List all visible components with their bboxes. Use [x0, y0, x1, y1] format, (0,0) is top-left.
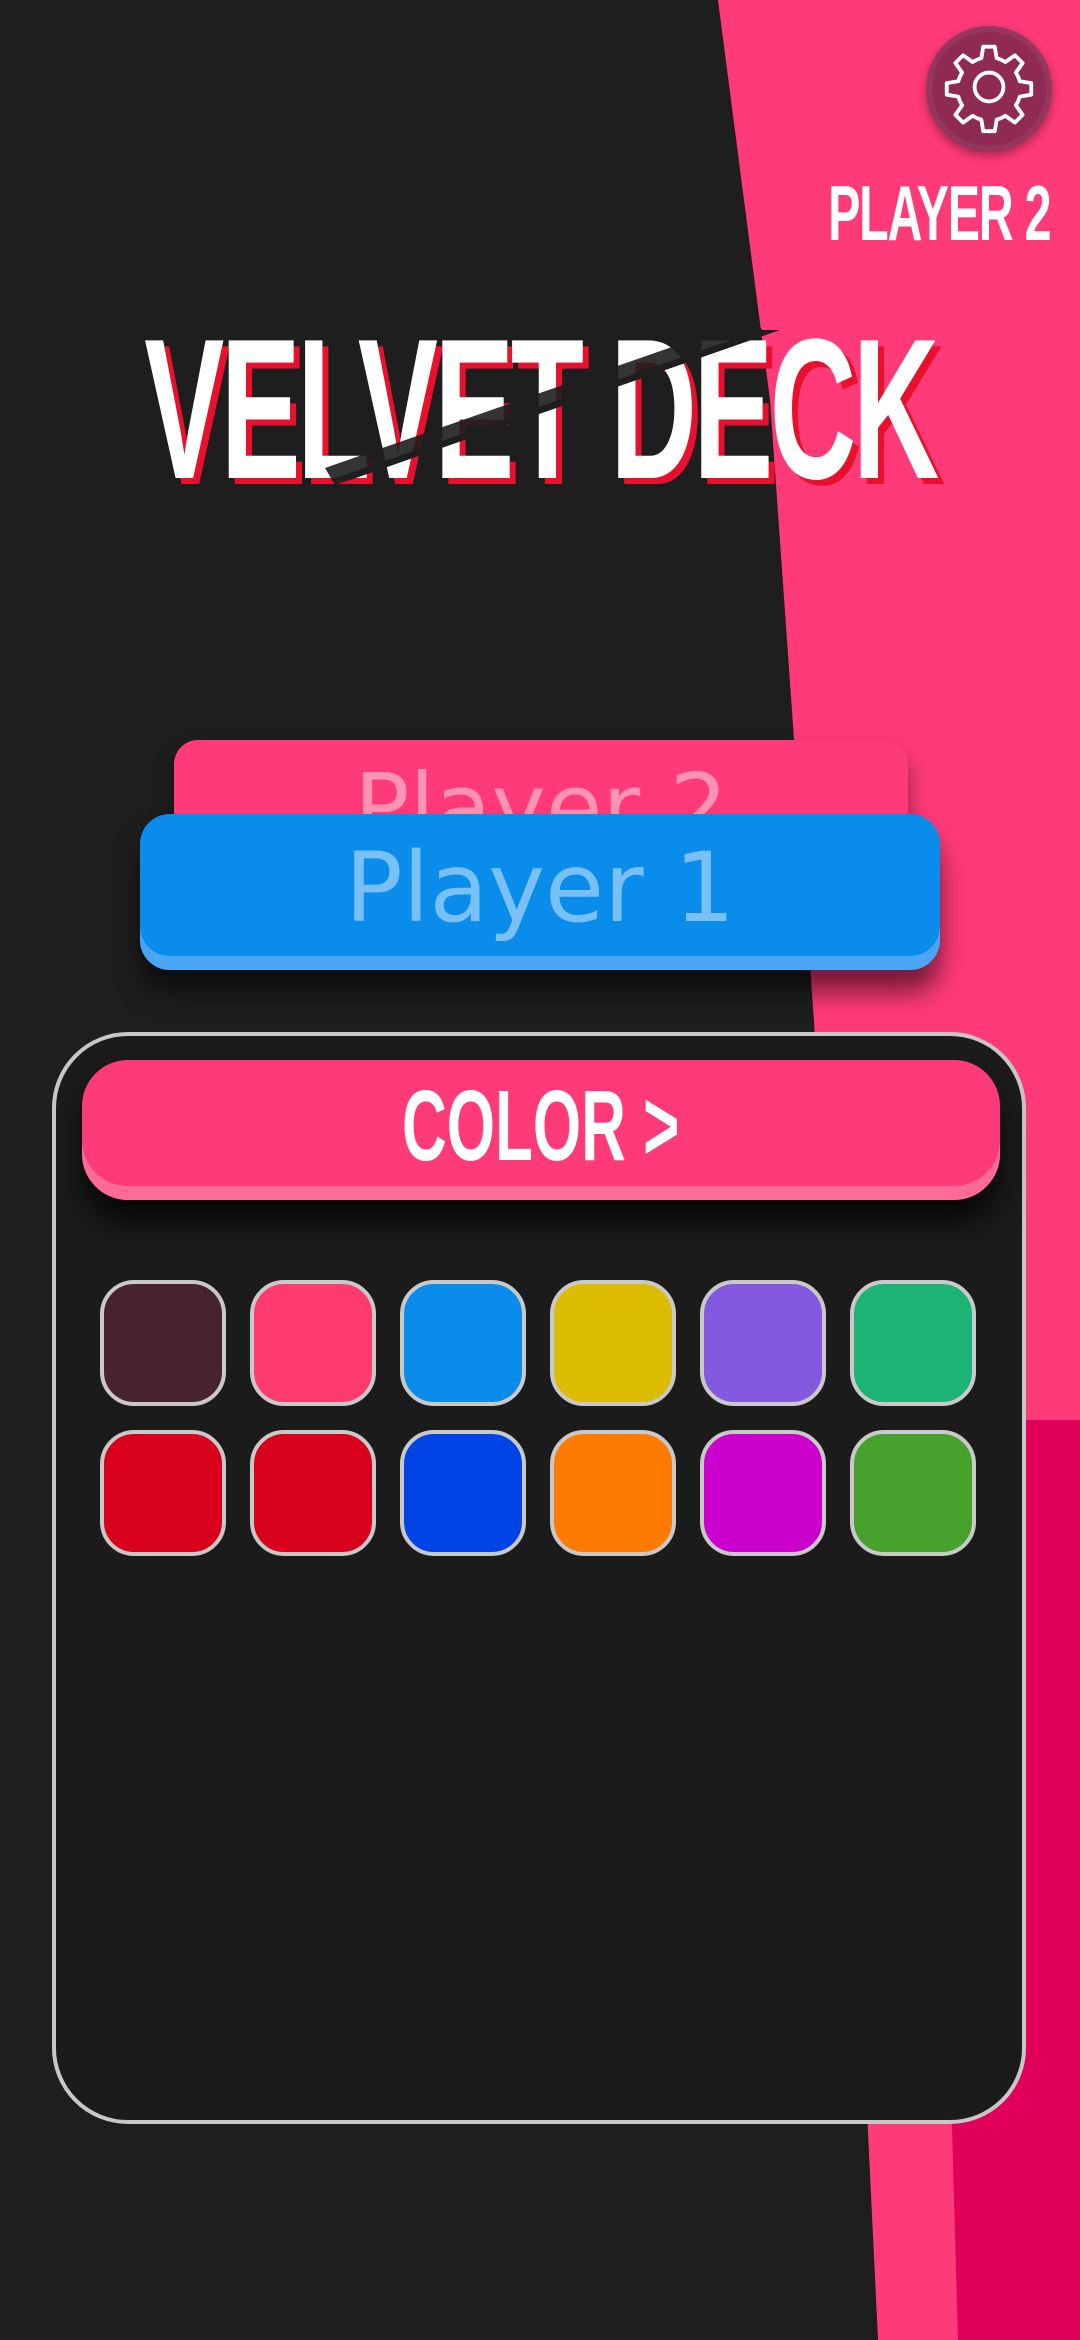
color-swatch[interactable]	[400, 1430, 526, 1556]
gear-icon	[941, 39, 1037, 139]
player-1-button[interactable]: Player 1	[140, 814, 940, 970]
color-swatch-grid	[100, 1280, 980, 1556]
settings-button[interactable]	[926, 26, 1052, 152]
color-swatch[interactable]	[250, 1430, 376, 1556]
game-logo: VELVET DECK VELVET DECK	[144, 300, 948, 500]
color-swatch[interactable]	[250, 1280, 376, 1406]
turn-indicator: PLAYER 2	[827, 169, 1051, 257]
color-swatch[interactable]	[700, 1430, 826, 1556]
color-swatch[interactable]	[700, 1280, 826, 1406]
color-swatch[interactable]	[850, 1430, 976, 1556]
color-swatch[interactable]	[100, 1430, 226, 1556]
color-tab-button[interactable]: COLOR >	[82, 1060, 1000, 1200]
color-swatch[interactable]	[850, 1280, 976, 1406]
color-swatch[interactable]	[400, 1280, 526, 1406]
color-swatch[interactable]	[550, 1280, 676, 1406]
player-1-label: Player 1	[344, 832, 736, 944]
color-swatch[interactable]	[100, 1280, 226, 1406]
color-tab-label: COLOR >	[402, 1070, 680, 1182]
color-swatch[interactable]	[550, 1430, 676, 1556]
